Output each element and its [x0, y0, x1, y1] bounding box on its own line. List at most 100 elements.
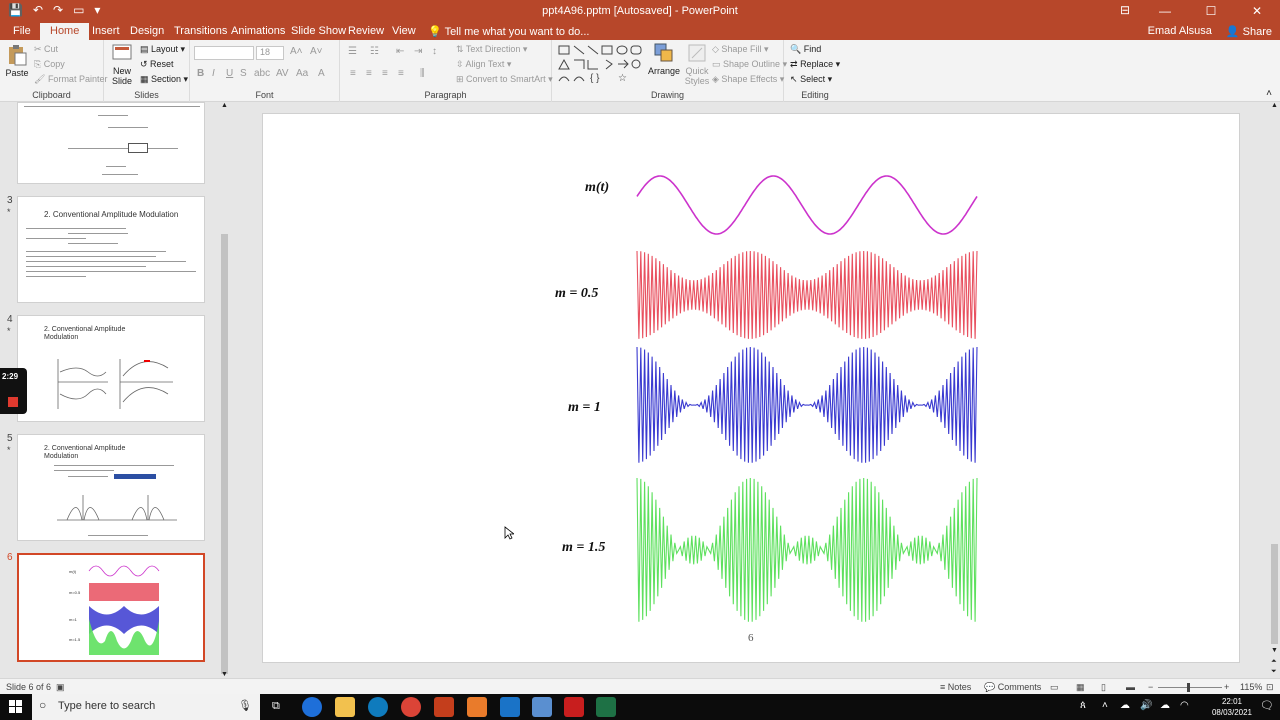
notification-center-icon[interactable]: 🗨 — [1260, 699, 1274, 712]
edge-icon[interactable] — [302, 697, 322, 717]
slide-scrollbar[interactable]: ▲ ▼ ⏶ ⏷ — [1269, 102, 1280, 678]
bullets-icon[interactable]: ☰ — [348, 46, 357, 57]
maximize-button[interactable]: ☐ — [1188, 0, 1234, 23]
text-direction-button[interactable]: ⇅ Text Direction ▾ — [456, 44, 527, 55]
select-button[interactable]: ↖ Select ▾ — [790, 74, 832, 85]
slide-sorter-icon[interactable]: ▦ — [1076, 682, 1085, 693]
matlab-icon[interactable] — [467, 697, 487, 717]
task-view-icon[interactable]: ⧉ — [272, 700, 280, 713]
layout-button[interactable]: ▤ Layout ▾ — [140, 44, 185, 55]
share-button[interactable]: 👤 Share — [1226, 25, 1272, 38]
new-slide-button[interactable]: New Slide — [108, 42, 136, 86]
convert-smartart-button[interactable]: ⊞ Convert to SmartArt ▾ — [456, 74, 553, 85]
align-left-icon[interactable]: ≡ — [350, 68, 356, 79]
comments-button[interactable]: 💬 Comments — [984, 682, 1041, 693]
align-center-icon[interactable]: ≡ — [366, 68, 372, 79]
microphone-icon[interactable]: 🎙 — [238, 699, 252, 712]
section-button[interactable]: ▦ Section ▾ — [140, 74, 188, 85]
current-slide[interactable]: m(t) m = 0.5 m = 1 m = 1.5 6 — [262, 113, 1240, 663]
justify-icon[interactable]: ≡ — [398, 68, 404, 79]
thumbnail-scrollbar[interactable]: ▲ ▼ — [219, 102, 230, 678]
align-text-button[interactable]: ⇳ Align Text ▾ — [456, 59, 511, 70]
italic-icon[interactable]: I — [212, 68, 215, 79]
slide-thumbnail-4[interactable]: 2. Conventional Amplitude Modulation — [17, 315, 205, 422]
shape-effects-button[interactable]: ◈ Shape Effects ▾ — [712, 74, 784, 85]
powerpoint-icon[interactable] — [434, 697, 454, 717]
excel-icon[interactable] — [596, 697, 616, 717]
line-spacing-icon[interactable]: ↕ — [432, 46, 437, 57]
slide-scrollbar-thumb[interactable] — [1271, 544, 1278, 644]
paste-button[interactable]: Paste — [4, 44, 30, 78]
numbering-icon[interactable]: ☷ — [370, 46, 379, 57]
quick-styles-button[interactable]: Quick Styles — [682, 42, 712, 86]
tell-me-search[interactable]: 💡 Tell me what you want to do... — [428, 25, 589, 38]
decrease-indent-icon[interactable]: ⇤ — [396, 46, 404, 57]
collapse-ribbon-icon[interactable]: ˄ — [1266, 88, 1272, 99]
arrange-button[interactable]: Arrange — [648, 42, 680, 76]
font-size-input[interactable]: 18 — [256, 46, 284, 60]
align-right-icon[interactable]: ≡ — [382, 68, 388, 79]
notes-button[interactable]: ≡ Notes — [940, 682, 971, 692]
normal-view-icon[interactable]: ▭ — [1050, 682, 1059, 693]
bold-icon[interactable]: B — [197, 68, 204, 79]
reset-button[interactable]: ↺ Reset — [140, 59, 174, 70]
stop-recording-icon[interactable] — [8, 397, 18, 407]
ribbon-display-options-icon[interactable]: ⊟ — [1120, 3, 1130, 17]
tab-home[interactable]: Home — [40, 23, 90, 40]
slide-thumbnail-6[interactable]: m(t) m=0.5 m=1 m=1.5 — [17, 553, 205, 662]
user-name[interactable]: Emad Alsusa — [1148, 25, 1212, 38]
scroll-down-icon[interactable]: ▼ — [1271, 647, 1278, 654]
wifi-icon[interactable]: ◠ — [1180, 700, 1189, 711]
scroll-down-icon[interactable]: ▼ — [221, 671, 228, 678]
find-button[interactable]: 🔍 Find — [790, 44, 821, 55]
slide-show-icon[interactable]: ▬ — [1126, 682, 1135, 692]
windows-start-icon[interactable] — [9, 700, 23, 714]
character-spacing-icon[interactable]: AV — [276, 68, 289, 79]
people-icon[interactable]: ጰ — [1080, 700, 1086, 711]
acrobat-icon[interactable] — [564, 697, 584, 717]
zoom-level[interactable]: 115% — [1240, 682, 1262, 692]
increase-indent-icon[interactable]: ⇥ — [414, 46, 422, 57]
scroll-up-icon[interactable]: ▲ — [221, 102, 228, 109]
next-slide-icon[interactable]: ⏷ — [1271, 668, 1277, 676]
zoom-slider[interactable] — [1158, 683, 1222, 692]
shape-fill-button[interactable]: ◇ Shape Fill ▾ — [712, 44, 768, 55]
tab-design[interactable]: Design — [130, 25, 164, 37]
format-painter-button[interactable]: 🖌 Format Painter — [34, 74, 107, 85]
edge-chromium-icon[interactable] — [368, 697, 388, 717]
volume-icon[interactable]: 🔊 — [1140, 700, 1152, 711]
taskbar-search-box[interactable]: ○ Type here to search 🎙 — [32, 694, 260, 720]
decrease-font-icon[interactable]: A˅ — [310, 46, 323, 57]
slide-thumbnail-2[interactable] — [17, 102, 205, 184]
onedrive-icon[interactable]: ☁ — [1160, 700, 1170, 711]
slide-thumbnail-3[interactable]: 2. Conventional Amplitude Modulation — [17, 196, 205, 303]
tab-view[interactable]: View — [392, 25, 416, 37]
scroll-up-icon[interactable]: ▲ — [1271, 102, 1278, 109]
tab-file[interactable]: File — [13, 25, 31, 37]
reading-view-icon[interactable]: ▯ — [1101, 682, 1106, 693]
thumbnail-scrollbar-thumb[interactable] — [221, 234, 228, 674]
show-hidden-icons[interactable]: ˄ — [1102, 700, 1108, 711]
calculator-icon[interactable] — [532, 697, 552, 717]
change-case-icon[interactable]: Aa — [296, 68, 308, 79]
file-explorer-icon[interactable] — [335, 697, 355, 717]
increase-font-icon[interactable]: A˄ — [290, 46, 303, 57]
fit-to-window-icon[interactable]: ⊡ — [1266, 682, 1274, 693]
tab-transitions[interactable]: Transitions — [174, 25, 227, 37]
underline-icon[interactable]: U — [226, 68, 233, 79]
shape-outline-button[interactable]: ▭ Shape Outline ▾ — [712, 59, 787, 70]
tab-slide-show[interactable]: Slide Show — [291, 25, 346, 37]
font-name-input[interactable] — [194, 46, 254, 60]
video-player-icon[interactable] — [500, 697, 520, 717]
tab-animations[interactable]: Animations — [231, 25, 285, 37]
close-button[interactable]: ✕ — [1234, 0, 1280, 23]
previous-slide-icon[interactable]: ⏶ — [1271, 658, 1277, 666]
chrome-icon[interactable] — [401, 697, 421, 717]
replace-button[interactable]: ⇄ Replace ▾ — [790, 59, 840, 70]
minimize-button[interactable]: — — [1142, 0, 1188, 23]
network-status-icon[interactable]: ☁ — [1120, 700, 1130, 711]
copy-button[interactable]: ⎘ Copy — [34, 59, 65, 70]
shadow-icon[interactable]: S — [240, 68, 247, 79]
spell-check-icon[interactable]: ▣ — [56, 682, 65, 693]
strikethrough-icon[interactable]: abc — [254, 68, 270, 79]
